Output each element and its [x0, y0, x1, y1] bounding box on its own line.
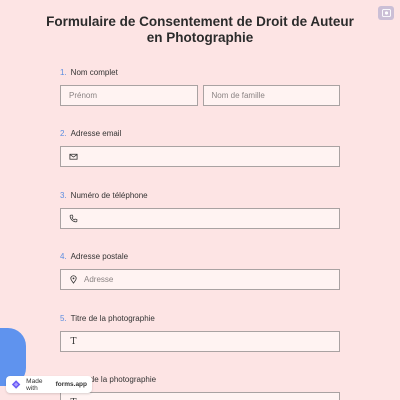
made-with-badge[interactable]: Made with forms.app — [6, 376, 92, 393]
question-number: 5. — [60, 314, 67, 323]
question-label: Nom complet — [70, 68, 118, 77]
photo-title-input[interactable]: T — [60, 331, 340, 352]
question-number: 2. — [60, 129, 67, 138]
form-title: Formulaire de Consentement de Droit de A… — [46, 14, 354, 45]
mail-icon — [69, 152, 78, 161]
question-label: Numéro de téléphone — [70, 191, 148, 200]
question-postal-address: 4. Adresse postale Adresse — [60, 251, 340, 290]
phone-icon — [69, 214, 78, 223]
question-photo-date: 6. Date de la photographie T — [60, 374, 340, 400]
text-icon: T — [70, 336, 77, 347]
question-number: 3. — [60, 191, 67, 200]
first-name-input[interactable]: Prénom — [60, 85, 198, 106]
location-pin-icon — [69, 275, 78, 284]
question-email: 2. Adresse email — [60, 128, 340, 167]
email-input[interactable] — [60, 146, 340, 167]
question-label: Titre de la photographie — [70, 314, 155, 323]
photo-date-input[interactable]: T — [60, 392, 340, 400]
question-number: 4. — [60, 252, 67, 261]
question-number: 1. — [60, 68, 67, 77]
question-full-name: 1. Nom complet Prénom Nom de famille — [60, 67, 340, 106]
address-input[interactable]: Adresse — [60, 269, 340, 290]
question-phone: 3. Numéro de téléphone — [60, 190, 340, 229]
image-toggle-button[interactable] — [378, 6, 394, 20]
last-name-input[interactable]: Nom de famille — [202, 85, 340, 106]
question-label: Adresse postale — [70, 252, 129, 261]
image-icon — [381, 9, 391, 17]
phone-input[interactable] — [60, 208, 340, 229]
forms-app-logo-icon — [11, 380, 21, 389]
question-label: Adresse email — [70, 129, 122, 138]
question-photo-title: 5. Titre de la photographie T — [60, 313, 340, 352]
